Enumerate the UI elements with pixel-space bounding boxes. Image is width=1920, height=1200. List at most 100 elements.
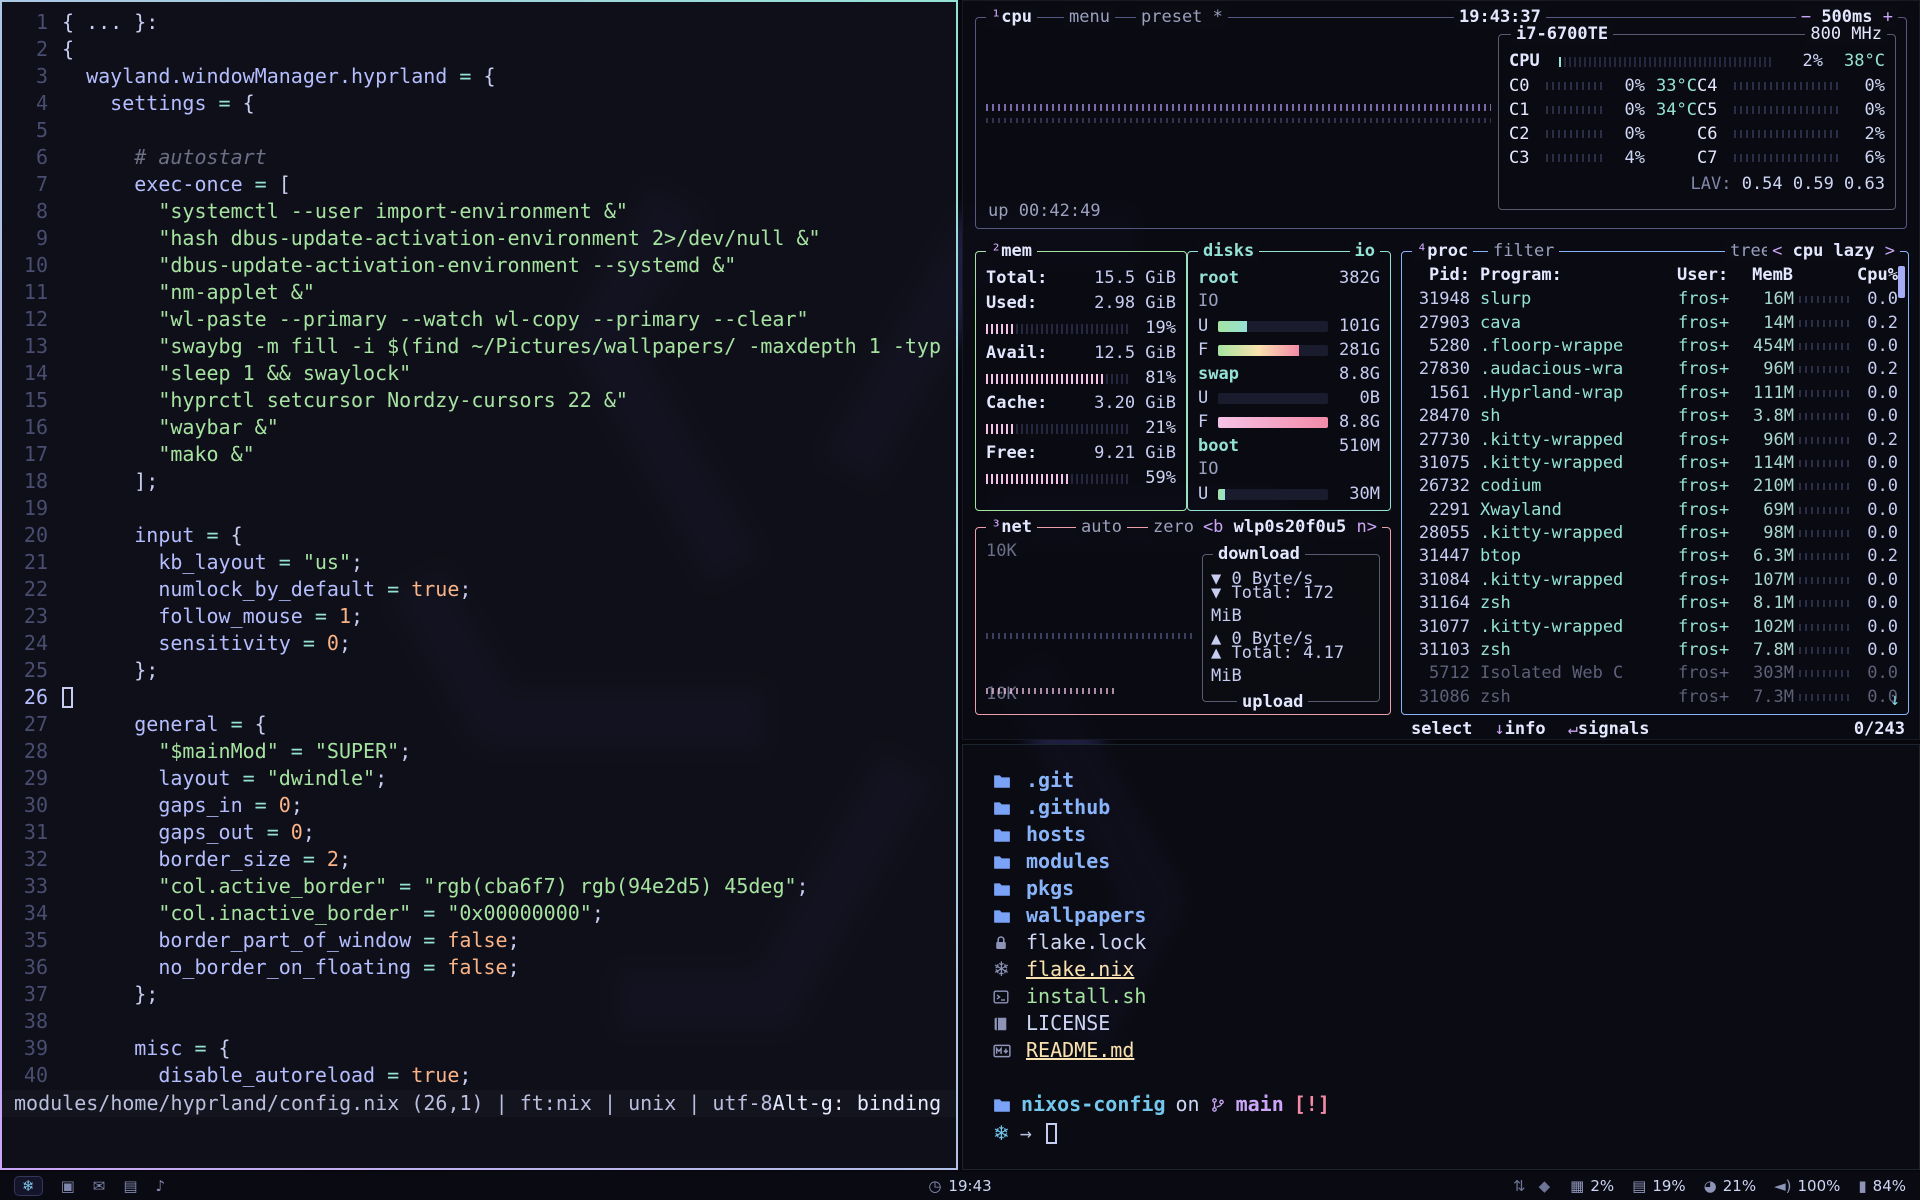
code-line[interactable]: 2{ — [2, 36, 956, 63]
code-line[interactable]: 40 disable_autoreload = true; — [2, 1062, 956, 1089]
net-device-prev-button[interactable]: <b — [1203, 517, 1223, 537]
taskbar-app-music[interactable]: ♪ — [156, 1177, 166, 1195]
network-box-title[interactable]: ³net — [986, 516, 1037, 538]
network-tray-icon[interactable]: ⇅ — [1513, 1177, 1526, 1195]
process-box-title[interactable]: ⁴proc — [1412, 240, 1473, 262]
code-line[interactable]: 27 general = { — [2, 711, 956, 738]
code-line[interactable]: 29 layout = "dwindle"; — [2, 765, 956, 792]
code-line[interactable]: 28 "$mainMod" = "SUPER"; — [2, 738, 956, 765]
proc-sort-next-button[interactable]: > — [1885, 241, 1895, 261]
taskbar-app-window[interactable]: ▣ — [61, 1177, 75, 1195]
proc-filter-button[interactable]: filter — [1488, 240, 1559, 262]
terminal-window[interactable]: .git.githubhostsmodulespkgswallpapersfla… — [962, 744, 1920, 1170]
process-row[interactable]: 31164zshfros+8.1M0.0 — [1412, 592, 1898, 615]
code-line[interactable]: 15 "hyprctl setcursor Nordzy-cursors 22 … — [2, 387, 956, 414]
process-row[interactable]: 28055.kitty-wrappedfros+98M0.0 — [1412, 522, 1898, 545]
process-row[interactable]: 1561.Hyprland-wrapfros+111M0.0 — [1412, 382, 1898, 405]
code-line[interactable]: 8 "systemctl --user import-environment &… — [2, 198, 956, 225]
code-line[interactable]: 33 "col.active_border" = "rgb(cba6f7) rg… — [2, 873, 956, 900]
workspace-nix[interactable]: ❄ — [14, 1176, 43, 1196]
process-row[interactable]: 27903cavafros+14M0.2 — [1412, 311, 1898, 334]
tray-icon[interactable]: ◆ — [1539, 1177, 1551, 1195]
code-line[interactable]: 12 "wl-paste --primary --watch wl-copy -… — [2, 306, 956, 333]
process-row[interactable]: 27830.audacious-wrafros+96M0.2 — [1412, 358, 1898, 381]
process-row[interactable]: 31103zshfros+7.8M0.0 — [1412, 639, 1898, 662]
code-line[interactable]: 9 "hash dbus-update-activation-environme… — [2, 225, 956, 252]
code-line[interactable]: 18 ]; — [2, 468, 956, 495]
scroll-down-icon[interactable]: ↓ — [1890, 689, 1900, 712]
preset-button[interactable]: preset * — [1136, 6, 1228, 28]
code-line[interactable]: 19 — [2, 495, 956, 522]
process-scrollbar-thumb[interactable] — [1898, 266, 1905, 298]
process-row[interactable]: 31084.kitty-wrappedfros+107M0.0 — [1412, 569, 1898, 592]
info-button[interactable]: ↓info — [1494, 718, 1545, 741]
process-row[interactable]: 31086zshfros+7.3M0.0 — [1412, 686, 1898, 709]
code-line[interactable]: 17 "mako &" — [2, 441, 956, 468]
btop-window[interactable]: ¹cpu menu preset * 19:43:37 − 500ms + up… — [962, 0, 1920, 740]
header-pid[interactable]: Pid: — [1412, 264, 1470, 288]
code-line[interactable]: 37 }; — [2, 981, 956, 1008]
process-row[interactable]: 26732codiumfros+210M0.0 — [1412, 475, 1898, 498]
process-row[interactable]: 28470shfros+3.8M0.0 — [1412, 405, 1898, 428]
code-line[interactable]: 30 gaps_in = 0; — [2, 792, 956, 819]
proc-sort-selector[interactable]: < cpu lazy > — [1767, 240, 1900, 262]
code-line[interactable]: 3 wayland.windowManager.hyprland = { — [2, 63, 956, 90]
header-program[interactable]: Program: — [1470, 264, 1677, 288]
code-line[interactable]: 38 — [2, 1008, 956, 1035]
code-line[interactable]: 21 kb_layout = "us"; — [2, 549, 956, 576]
code-line[interactable]: 1{ ... }: — [2, 9, 956, 36]
code-line[interactable]: 5 — [2, 117, 956, 144]
code-line[interactable]: 34 "col.inactive_border" = "0x00000000"; — [2, 900, 956, 927]
code-line[interactable]: 36 no_border_on_floating = false; — [2, 954, 956, 981]
editor-window[interactable]: 1{ ... }:2{3 wayland.windowManager.hyprl… — [0, 0, 958, 1170]
process-row[interactable]: 31447btopfros+6.3M0.2 — [1412, 545, 1898, 568]
net-device-selector[interactable]: <b wlp0s20f0u5 n> — [1198, 516, 1382, 538]
process-row[interactable]: 5712Isolated Web Cfros+303M0.0 — [1412, 662, 1898, 685]
code-line[interactable]: 24 sensitivity = 0; — [2, 630, 956, 657]
code-line[interactable]: 31 gaps_out = 0; — [2, 819, 956, 846]
code-line[interactable]: 35 border_part_of_window = false; — [2, 927, 956, 954]
code-line[interactable]: 7 exec-once = [ — [2, 171, 956, 198]
process-row[interactable]: 2291Xwaylandfros+69M0.0 — [1412, 499, 1898, 522]
taskbar-app-mail[interactable]: ✉ — [93, 1177, 106, 1195]
code-line[interactable]: 23 follow_mouse = 1; — [2, 603, 956, 630]
code-line[interactable]: 14 "sleep 1 && swaylock" — [2, 360, 956, 387]
battery-module[interactable]: ▮84% — [1858, 1177, 1906, 1195]
taskbar-app-files[interactable]: ▤ — [123, 1177, 137, 1195]
memory-box-title[interactable]: ²mem — [986, 240, 1037, 262]
header-cpu[interactable]: Cpu% — [1857, 264, 1898, 288]
select-button[interactable]: select — [1411, 718, 1472, 741]
code-line[interactable]: 10 "dbus-update-activation-environment -… — [2, 252, 956, 279]
code-line[interactable]: 26 — [2, 684, 956, 711]
menu-button[interactable]: menu — [1064, 6, 1115, 28]
code-line[interactable]: 32 border_size = 2; — [2, 846, 956, 873]
net-zero-button[interactable]: zero — [1148, 516, 1199, 538]
disks-io-toggle[interactable]: io — [1350, 240, 1380, 262]
cpu-module[interactable]: ▦2% — [1570, 1177, 1614, 1195]
disks-box-title[interactable]: disks — [1198, 240, 1259, 262]
code-line[interactable]: 4 settings = { — [2, 90, 956, 117]
disk-module[interactable]: ◕21% — [1704, 1177, 1756, 1195]
proc-sort-prev-button[interactable]: < — [1772, 241, 1782, 261]
memory-module[interactable]: ▤19% — [1632, 1177, 1686, 1195]
code-line[interactable]: 25 }; — [2, 657, 956, 684]
code-line[interactable]: 13 "swaybg -m fill -i $(find ~/Pictures/… — [2, 333, 956, 360]
volume-module[interactable]: ◄)100% — [1774, 1177, 1840, 1195]
code-line[interactable]: 11 "nm-applet &" — [2, 279, 956, 306]
process-row[interactable]: 5280.floorp-wrappefros+454M0.0 — [1412, 335, 1898, 358]
net-device-next-button[interactable]: n> — [1357, 517, 1377, 537]
code-line[interactable]: 22 numlock_by_default = true; — [2, 576, 956, 603]
header-user[interactable]: User: — [1677, 264, 1741, 288]
signals-button[interactable]: ↵signals — [1568, 718, 1650, 741]
code-line[interactable]: 6 # autostart — [2, 144, 956, 171]
process-row[interactable]: 31077.kitty-wrappedfros+102M0.0 — [1412, 615, 1898, 638]
net-auto-button[interactable]: auto — [1076, 516, 1127, 538]
code-line[interactable]: 39 misc = { — [2, 1035, 956, 1062]
process-row[interactable]: 31075.kitty-wrappedfros+114M0.0 — [1412, 452, 1898, 475]
header-mem[interactable]: MemB — [1741, 264, 1793, 288]
process-row[interactable]: 31948slurpfros+16M0.0 — [1412, 288, 1898, 311]
cpu-box-title[interactable]: ¹cpu — [986, 6, 1037, 28]
clock-module[interactable]: ◷ 19:43 — [928, 1177, 991, 1195]
code-line[interactable]: 20 input = { — [2, 522, 956, 549]
process-row[interactable]: 27730.kitty-wrappedfros+96M0.2 — [1412, 428, 1898, 451]
